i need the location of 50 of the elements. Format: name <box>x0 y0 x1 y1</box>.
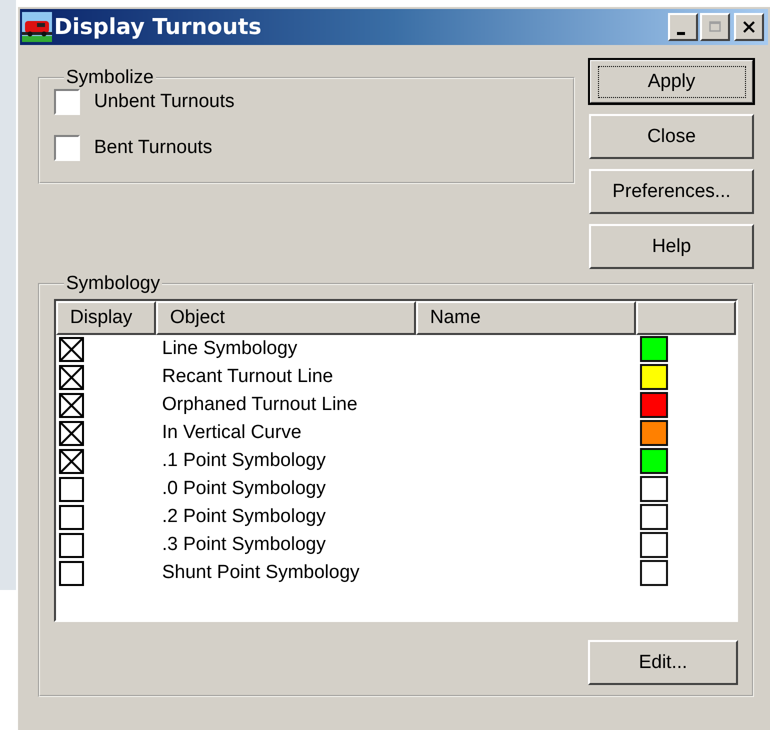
table-cell: Orphaned Turnout Line <box>162 394 358 415</box>
table-cell: Recant Turnout Line <box>162 366 334 387</box>
checkbox[interactable] <box>59 476 84 502</box>
table-cell: .0 Point Symbology <box>162 478 326 499</box>
dialog-button[interactable]: Apply <box>589 59 754 104</box>
color-swatch[interactable] <box>640 560 668 586</box>
checkbox[interactable] <box>59 336 84 362</box>
group-title: Symbology <box>65 273 161 295</box>
edit-button[interactable]: Edit... <box>588 640 738 685</box>
checkbox[interactable] <box>59 392 84 418</box>
checkbox-label: Bent Turnouts <box>94 137 212 159</box>
dialog-button[interactable]: Help <box>589 224 754 269</box>
table-cell: In Vertical Curve <box>162 422 302 443</box>
minimize-icon <box>677 32 685 34</box>
checkbox-label: Unbent Turnouts <box>94 91 234 113</box>
checkbox[interactable] <box>59 560 84 586</box>
close-button[interactable] <box>734 13 764 41</box>
dialog-button[interactable]: Close <box>589 114 754 159</box>
column-header[interactable]: Name <box>416 301 636 335</box>
color-swatch[interactable] <box>640 532 668 558</box>
maximize-icon <box>708 20 722 34</box>
group-title: Symbolize <box>65 67 155 89</box>
column-header[interactable]: Object <box>156 301 416 335</box>
minimize-button[interactable] <box>668 13 698 41</box>
close-icon <box>742 20 756 34</box>
table-cell: Line Symbology <box>162 338 298 359</box>
dialog-button[interactable]: Preferences... <box>589 169 754 214</box>
checkbox[interactable] <box>59 448 84 474</box>
table-cell: Shunt Point Symbology <box>162 562 360 583</box>
color-swatch[interactable] <box>640 504 668 530</box>
color-swatch[interactable] <box>640 476 668 502</box>
color-swatch[interactable] <box>640 448 668 474</box>
table-cell: .1 Point Symbology <box>162 450 326 471</box>
checkbox[interactable] <box>54 135 80 161</box>
checkbox[interactable] <box>59 504 84 530</box>
checkbox[interactable] <box>59 420 84 446</box>
train-car-icon <box>22 12 52 42</box>
table-cell: .3 Point Symbology <box>162 534 326 555</box>
column-header[interactable] <box>636 301 736 335</box>
color-swatch[interactable] <box>640 420 668 446</box>
color-swatch[interactable] <box>640 392 668 418</box>
maximize-button[interactable] <box>700 13 730 41</box>
checkbox[interactable] <box>54 89 80 115</box>
color-swatch[interactable] <box>640 364 668 390</box>
window-title: Display Turnouts <box>54 14 262 40</box>
color-swatch[interactable] <box>640 336 668 362</box>
table-cell: .2 Point Symbology <box>162 506 326 527</box>
checkbox[interactable] <box>59 364 84 390</box>
checkbox[interactable] <box>59 532 84 558</box>
column-header[interactable]: Display <box>56 301 156 335</box>
